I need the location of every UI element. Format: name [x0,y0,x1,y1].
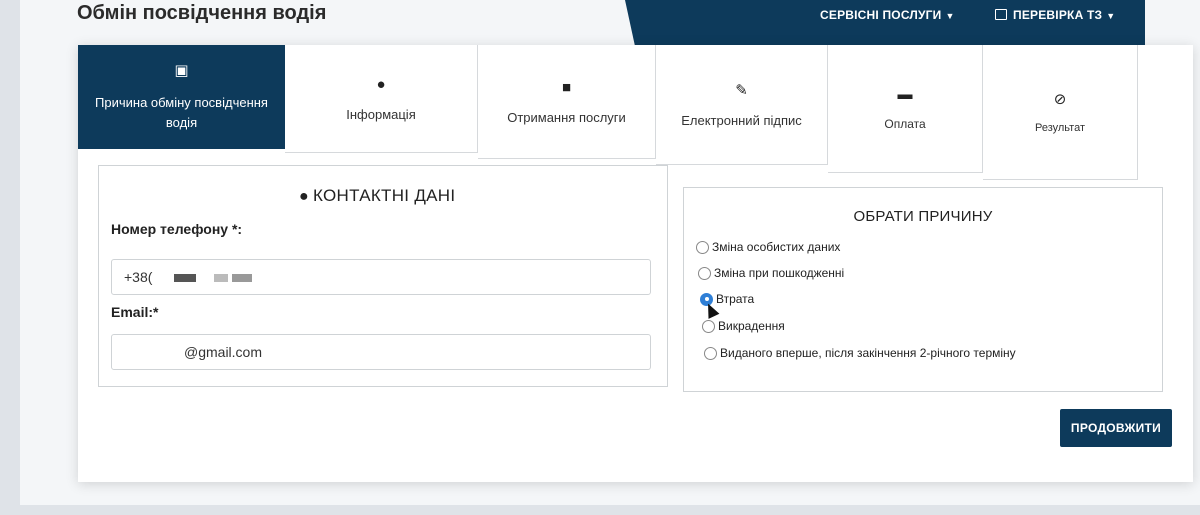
page-title: Обмін посвідчення водія [77,2,327,24]
email-input[interactable]: @gmail.com [111,334,651,370]
nav-vehicle-check[interactable]: ПЕРЕВІРКА ТЗ ▼ [995,0,1115,30]
user-icon: ● [376,75,386,93]
email-label: Email:* [111,304,159,320]
redacted-block [174,274,197,283]
clipboard-icon: ▣ [174,62,189,79]
nav-services[interactable]: СЕРВІСНІ ПОСЛУГИ ▼ [820,0,955,30]
choose-reason-panel: ОБРАТИ ПРИЧИНУ Зміна особистих даних Змі… [683,187,1163,392]
choose-reason-title: ОБРАТИ ПРИЧИНУ [853,208,993,225]
reason-option-damage[interactable]: Зміна при пошкодженні [698,266,844,280]
phone-label: Номер телефону *: [111,221,243,237]
radio-button[interactable] [702,319,715,333]
key-icon: ✎ [735,82,748,99]
reason-option-personal-data[interactable]: Зміна особистих даних [696,240,840,254]
contact-details-title: ● КОНТАКТНІ ДАНІ [299,186,456,205]
tab-reason[interactable]: ▣ Причина обміну посвідчення водія [78,45,285,149]
radio-button[interactable] [704,346,717,360]
phone-input[interactable]: +38( [111,259,651,295]
redacted-block [214,274,229,283]
page-background: СЕРВІСНІ ПОСЛУГИ ▼ ПЕРЕВІРКА ТЗ ▼ Обмін по… [20,0,1200,505]
service-form-card: ▣ Причина обміну посвідчення водія ● Інф… [78,45,1193,482]
continue-button[interactable]: ПРОДОВЖИТИ [1060,409,1172,447]
gift-icon: ■ [561,78,572,96]
contact-details-panel: ● КОНТАКТНІ ДАНІ Номер телефону *: +38( E… [98,165,668,387]
redacted-block [232,274,253,283]
tab-information[interactable]: ● Інформація [285,45,478,153]
tab-payment[interactable]: ▬ Оплата [828,45,983,173]
caret-down-icon: ▼ [1106,11,1116,21]
radio-button[interactable] [696,240,709,254]
document-icon [995,9,1007,20]
tab-receiving-service[interactable]: ■ Отримання послуги [478,45,656,159]
money-icon: ▬ [897,86,913,103]
reason-option-first-issued[interactable]: Виданого вперше, після закінчення 2-річн… [704,346,1016,360]
step-tabs: ▣ Причина обміну посвідчення водія ● Інф… [78,45,1138,180]
check-circle-icon: ⊘ [1053,91,1067,108]
tab-result[interactable]: ⊘ Результат [983,45,1138,180]
caret-down-icon: ▼ [945,11,955,21]
reason-option-theft[interactable]: Викрадення [702,319,785,333]
radio-button[interactable] [698,266,711,280]
top-navbar: СЕРВІСНІ ПОСЛУГИ ▼ ПЕРЕВІРКА ТЗ ▼ [625,0,1145,48]
tab-electronic-signature[interactable]: ✎ Електронний підпис [656,45,828,165]
person-icon: ● [299,188,309,205]
